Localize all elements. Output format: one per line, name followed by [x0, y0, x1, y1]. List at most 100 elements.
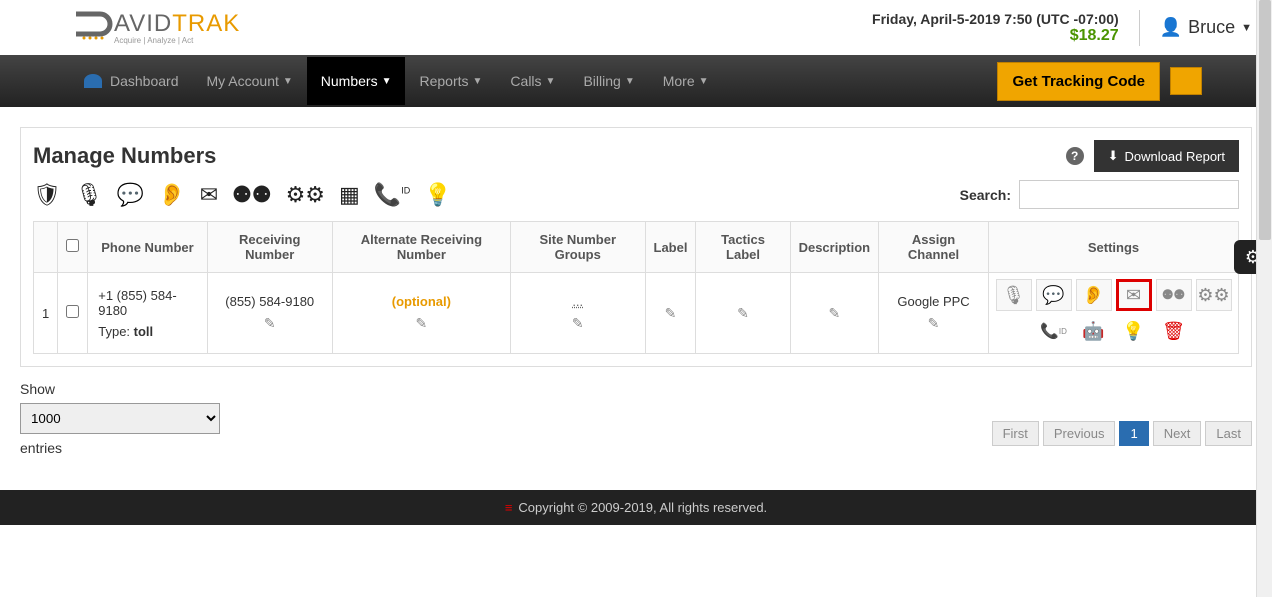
page-last-button[interactable]: Last [1205, 421, 1252, 446]
setting-chat-icon[interactable]: 💬 [1036, 279, 1072, 311]
toolbar-row: 🛡 🎙 💬 👂 ✉ ⚉⚉ ⚙⚙ ▦ 📞ID 💡 Search: [33, 180, 1239, 209]
label-cell: ✎ [645, 273, 696, 354]
pagination: First Previous 1 Next Last [992, 421, 1252, 446]
gears-icon[interactable]: ⚙⚙ [286, 182, 325, 208]
edit-icon[interactable]: ✎ [799, 305, 871, 322]
caret-down-icon: ▼ [546, 76, 556, 87]
grid-icon[interactable]: ▦ [339, 182, 360, 208]
col-settings[interactable]: Settings [989, 222, 1239, 273]
edit-icon[interactable]: ✎ [654, 305, 688, 322]
table-row: 1 +1 (855) 584-9180 Type: toll (855) 584… [34, 273, 1239, 354]
setting-caller-id-icon[interactable]: 📞ID [1036, 315, 1072, 347]
vertical-scrollbar[interactable] [1256, 0, 1272, 597]
get-tracking-code-button[interactable]: Get Tracking Code [997, 62, 1160, 101]
setting-trash-icon[interactable]: 🗑 [1156, 315, 1192, 347]
user-menu[interactable]: 👤 Bruce ▼ [1160, 17, 1252, 38]
caret-down-icon: ▼ [699, 76, 709, 87]
search-label: Search: [960, 187, 1011, 203]
setting-robot-icon[interactable]: 🤖 [1076, 315, 1112, 347]
col-description[interactable]: Description [790, 222, 879, 273]
page-size-select[interactable]: 1000 [20, 403, 220, 434]
icon-toolbar: 🛡 🎙 💬 👂 ✉ ⚉⚉ ⚙⚙ ▦ 📞ID 💡 [33, 182, 452, 208]
chat-icon[interactable]: 💬 [117, 182, 144, 208]
setting-microphone-icon[interactable]: 🎙 [996, 279, 1032, 311]
nav-dashboard[interactable]: Dashboard [70, 57, 193, 105]
col-label[interactable]: Label [645, 222, 696, 273]
ear-icon[interactable]: 👂 [158, 182, 185, 208]
col-phone[interactable]: Phone Number [88, 222, 207, 273]
nav-reports[interactable]: Reports ▼ [405, 57, 496, 105]
receiving-cell: (855) 584-9180 ✎ [207, 273, 332, 354]
site-groups-dots[interactable]: ... [519, 294, 637, 309]
search-input[interactable] [1019, 180, 1239, 209]
panel: Manage Numbers ? ⬇Download Report 🛡 🎙 💬 … [20, 127, 1252, 367]
logo-text-trak: TRAK [172, 10, 240, 37]
folder-icon[interactable] [1170, 67, 1202, 95]
description-cell: ✎ [790, 273, 879, 354]
site-groups-cell: ... ✎ [510, 273, 645, 354]
nav-calls[interactable]: Calls▼ [496, 57, 569, 105]
page-next-button[interactable]: Next [1153, 421, 1202, 446]
edit-icon[interactable]: ✎ [887, 315, 980, 332]
header-right: Friday, April-5-2019 7:50 (UTC -07:00) $… [872, 10, 1252, 46]
table-footer: Show 1000 entries First Previous 1 Next … [20, 381, 1252, 456]
row-checkbox[interactable] [66, 305, 79, 318]
col-tactics[interactable]: Tactics Label [696, 222, 790, 273]
setting-envelope-icon[interactable]: ✉ [1116, 279, 1152, 311]
show-entries: Show 1000 entries [20, 381, 220, 456]
col-alternate[interactable]: Alternate Receiving Number [332, 222, 510, 273]
col-receiving[interactable]: Receiving Number [207, 222, 332, 273]
help-icon[interactable]: ? [1066, 147, 1084, 165]
entries-label: entries [20, 440, 220, 456]
nav-more[interactable]: More ▼ [649, 57, 723, 105]
show-label: Show [20, 381, 220, 397]
download-icon: ⬇ [1108, 148, 1119, 164]
balance-display: $18.27 [872, 27, 1119, 45]
voicemail-icon[interactable]: ⚉⚉ [232, 182, 271, 208]
setting-gears-icon[interactable]: ⚙⚙ [1196, 279, 1232, 311]
col-assign[interactable]: Assign Channel [879, 222, 989, 273]
shield-icon[interactable]: 🛡 [33, 182, 61, 208]
edit-icon[interactable]: ✎ [216, 315, 324, 332]
edit-icon[interactable]: ✎ [341, 315, 502, 332]
col-site-groups[interactable]: Site Number Groups [510, 222, 645, 273]
caret-down-icon: ▼ [473, 76, 483, 87]
setting-ear-icon[interactable]: 👂 [1076, 279, 1112, 311]
envelope-icon[interactable]: ✉ [200, 182, 218, 208]
page-1-button[interactable]: 1 [1119, 421, 1148, 446]
logo[interactable]: AVIDTRAK Acquire | Analyze | Act [70, 8, 240, 47]
datetime-display: Friday, April-5-2019 7:50 (UTC -07:00) [872, 11, 1119, 27]
copyright-text: Copyright © 2009-2019, All rights reserv… [518, 500, 767, 515]
nav-billing[interactable]: Billing ▼ [569, 57, 648, 105]
caller-id-icon[interactable]: 📞ID [374, 182, 410, 208]
setting-lightbulb-icon[interactable]: 💡 [1116, 315, 1152, 347]
logo-text-avid: AVID [114, 10, 172, 37]
edit-icon[interactable]: ✎ [519, 315, 637, 332]
dashboard-icon [84, 74, 102, 88]
nav-numbers[interactable]: Numbers ▼ [307, 57, 406, 105]
lightbulb-icon[interactable]: 💡 [424, 182, 451, 208]
scrollbar-thumb[interactable] [1259, 0, 1271, 240]
bars-icon: ≡ [505, 500, 513, 515]
user-icon: 👤 [1160, 17, 1182, 38]
select-all-checkbox[interactable] [66, 239, 79, 252]
panel-header: Manage Numbers ? ⬇Download Report [33, 140, 1239, 172]
download-report-button[interactable]: ⬇Download Report [1094, 140, 1239, 172]
page-previous-button[interactable]: Previous [1043, 421, 1116, 446]
assign-channel: Google PPC [887, 294, 980, 309]
page-title: Manage Numbers [33, 143, 216, 169]
edit-icon[interactable]: ✎ [704, 305, 781, 322]
microphone-icon[interactable]: 🎙 [75, 182, 103, 208]
nav-my-account[interactable]: My Account▼ [193, 57, 307, 105]
divider [1139, 10, 1140, 46]
settings-cell: 🎙 💬 👂 ✉ ⚉⚉ ⚙⚙ 📞ID 🤖 💡 🗑 [989, 273, 1239, 354]
page-first-button[interactable]: First [992, 421, 1039, 446]
alternate-optional: (optional) [341, 294, 502, 309]
setting-voicemail-icon[interactable]: ⚉⚉ [1156, 279, 1192, 311]
assign-cell: Google PPC ✎ [879, 273, 989, 354]
col-checkbox [58, 222, 88, 273]
row-index: 1 [34, 273, 58, 354]
phone-number: +1 (855) 584-9180 [98, 288, 198, 318]
caret-down-icon: ▼ [283, 76, 293, 87]
caret-down-icon: ▼ [1241, 22, 1252, 34]
